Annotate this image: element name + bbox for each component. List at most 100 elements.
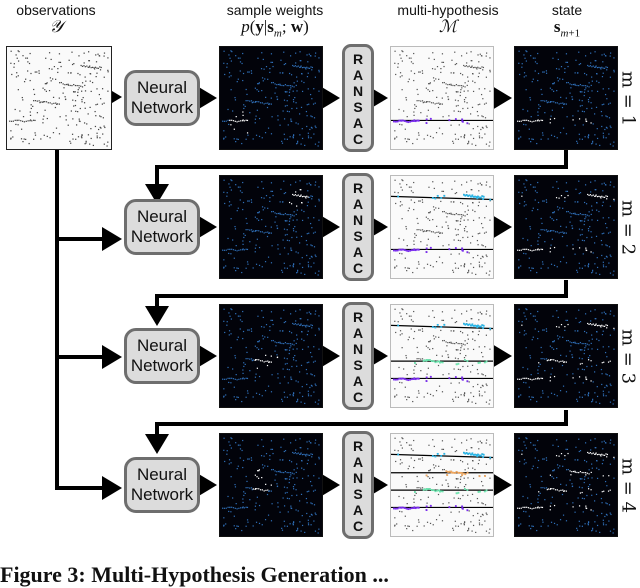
data-point	[459, 213, 461, 216]
data-point	[269, 71, 271, 74]
data-point	[592, 452, 594, 454]
data-point	[303, 195, 305, 198]
data-point	[269, 329, 271, 332]
data-point	[268, 361, 271, 363]
data-point	[437, 493, 440, 496]
data-point	[562, 207, 564, 209]
data-point	[488, 403, 490, 405]
data-point	[420, 487, 422, 489]
data-point	[307, 393, 310, 395]
inlier-point	[482, 453, 485, 456]
data-point	[394, 308, 396, 310]
data-point	[98, 55, 100, 57]
data-point	[417, 351, 419, 354]
data-point	[282, 459, 284, 461]
data-point	[566, 319, 569, 321]
data-point	[585, 505, 587, 507]
data-point	[601, 491, 603, 493]
data-point	[441, 182, 444, 184]
inlier-point	[434, 326, 437, 329]
data-point	[292, 266, 295, 268]
data-point	[288, 91, 291, 93]
data-point	[410, 190, 413, 192]
data-point	[476, 239, 479, 242]
data-point	[264, 261, 267, 263]
data-point	[465, 354, 467, 357]
data-point	[600, 368, 603, 371]
data-point	[562, 336, 564, 338]
data-point	[523, 252, 525, 255]
data-point	[401, 462, 403, 464]
data-point	[107, 71, 109, 73]
ransac-block: RANSAC	[342, 431, 374, 539]
data-point	[307, 475, 309, 477]
data-point	[574, 84, 576, 86]
data-point	[426, 392, 429, 394]
data-point	[479, 103, 481, 105]
data-point	[537, 501, 539, 503]
data-point	[299, 180, 301, 182]
data-point	[223, 517, 225, 519]
data-point	[447, 354, 449, 356]
data-point	[518, 388, 520, 390]
data-point	[307, 135, 310, 137]
data-point	[457, 342, 459, 345]
data-point	[310, 384, 313, 387]
data-point	[283, 486, 286, 488]
data-point	[598, 324, 600, 327]
data-point	[267, 78, 269, 80]
data-point	[304, 144, 306, 147]
data-point	[77, 136, 80, 138]
data-point	[468, 123, 470, 125]
data-point	[267, 336, 269, 338]
data-point	[599, 196, 601, 198]
data-point	[574, 459, 576, 461]
data-point	[226, 324, 228, 326]
data-point	[531, 379, 533, 381]
data-point	[317, 403, 319, 405]
inlier-point	[446, 474, 449, 476]
data-point	[552, 186, 554, 188]
data-point	[524, 186, 526, 188]
data-point	[567, 81, 569, 84]
data-point	[306, 66, 308, 68]
data-point	[521, 450, 523, 452]
data-point	[457, 487, 459, 489]
data-point	[301, 209, 303, 211]
data-point	[484, 217, 486, 219]
data-point	[25, 138, 27, 141]
data-point	[99, 126, 101, 129]
data-point	[565, 391, 568, 393]
data-point	[609, 181, 612, 183]
data-point	[250, 487, 253, 489]
data-point	[242, 310, 244, 313]
data-point	[571, 471, 573, 473]
data-point	[314, 334, 317, 336]
data-point	[268, 103, 271, 105]
data-point	[526, 50, 528, 53]
data-point	[481, 115, 483, 117]
data-point	[284, 138, 286, 140]
data-point	[462, 343, 464, 345]
data-point	[429, 341, 431, 343]
data-point	[522, 495, 524, 498]
data-point	[442, 319, 445, 321]
data-point	[307, 266, 310, 268]
data-point	[549, 359, 551, 361]
data-point	[587, 488, 590, 490]
data-point	[436, 225, 438, 227]
data-point	[527, 507, 530, 509]
data-point	[229, 57, 231, 59]
data-point	[222, 507, 224, 509]
data-point	[563, 103, 566, 105]
data-point	[415, 105, 417, 108]
data-point	[296, 209, 298, 211]
data-point	[453, 497, 455, 499]
data-point	[583, 459, 586, 462]
data-point	[523, 510, 525, 513]
data-point	[318, 200, 320, 202]
data-point	[605, 244, 607, 246]
data-point	[578, 180, 580, 182]
inlier-point	[412, 378, 415, 380]
data-point	[311, 327, 313, 329]
